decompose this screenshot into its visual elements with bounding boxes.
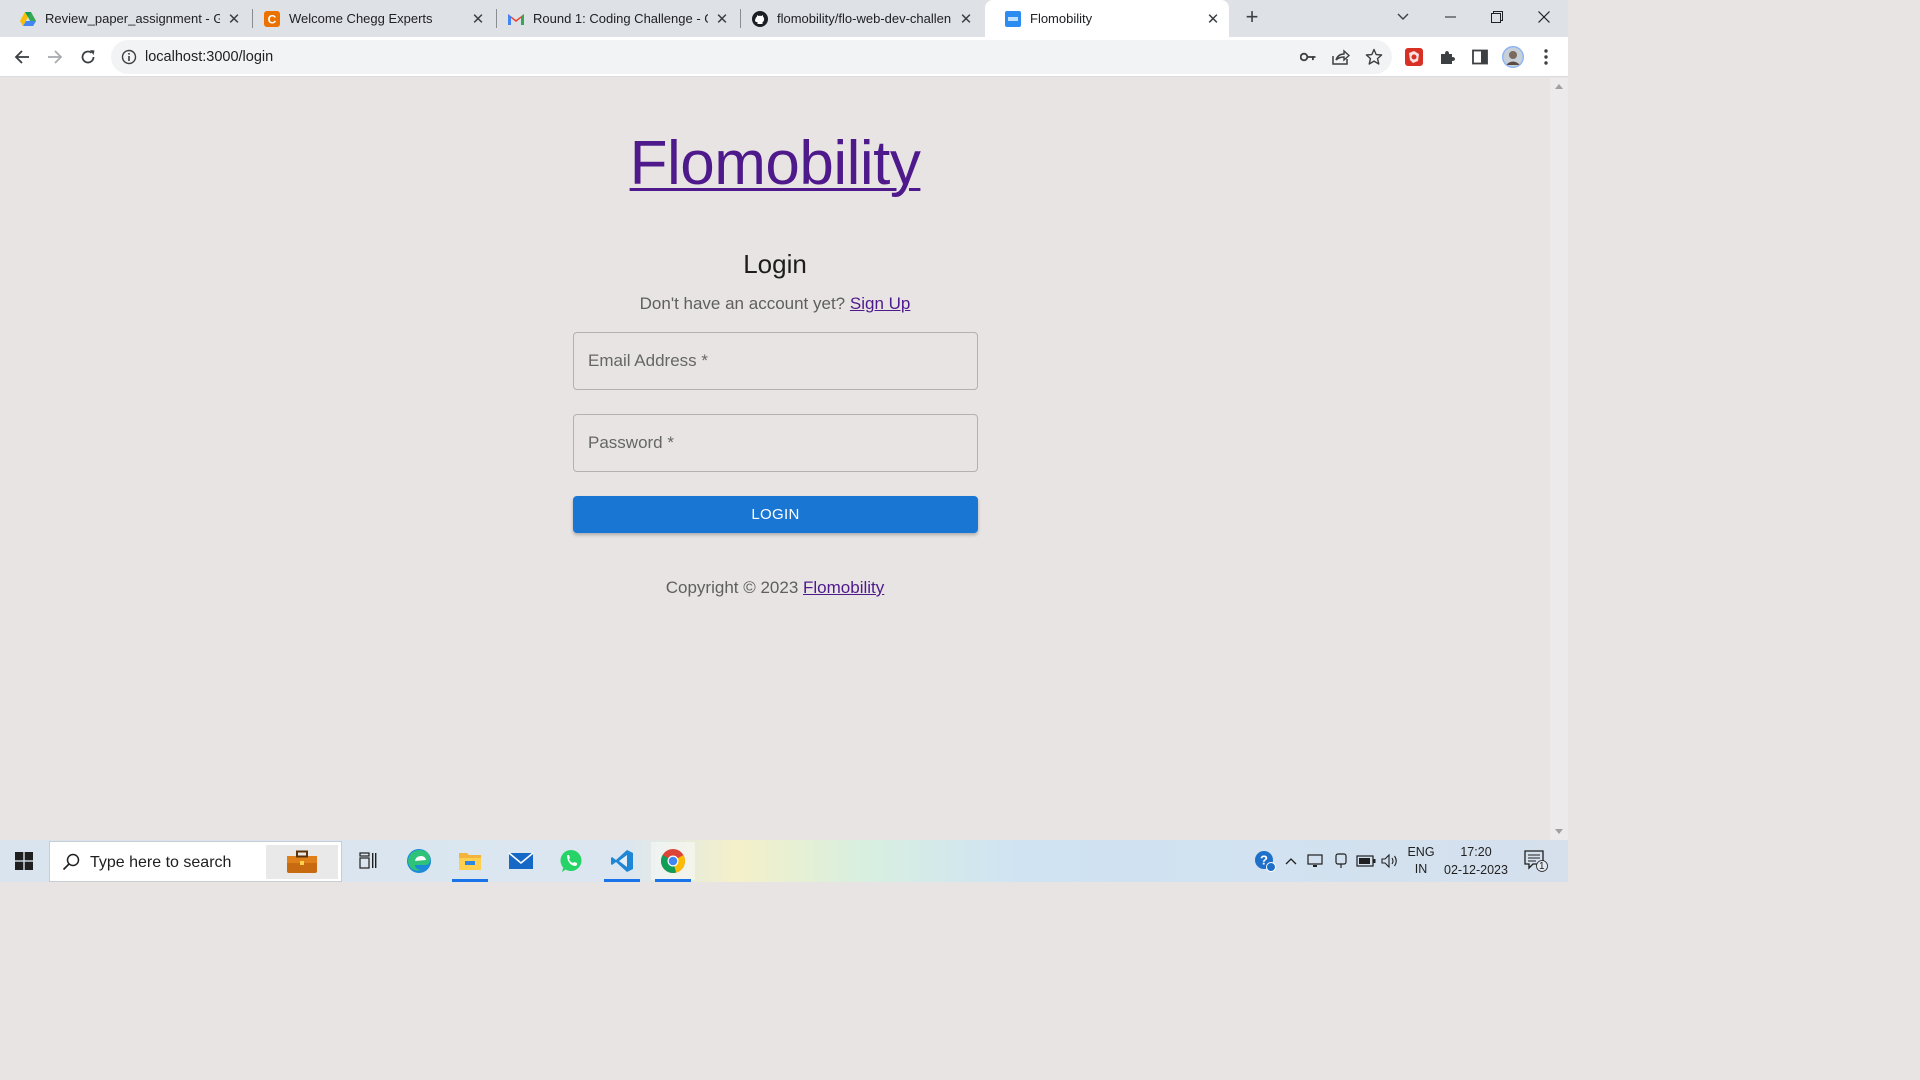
google-drive-icon [20,11,36,27]
tab-title: flomobility/flo-web-dev-challen [777,11,952,26]
login-button[interactable]: LOGIN [573,496,978,533]
active-indicator [655,879,691,882]
extensions-puzzle-icon[interactable] [1436,46,1458,68]
back-arrow-icon [14,50,29,64]
language-indicator[interactable]: ENG IN [1404,840,1438,882]
help-icon[interactable]: ? [1252,840,1278,882]
page-title: Login [743,249,807,279]
tab-title: Review_paper_assignment - Goo [45,11,220,26]
close-icon[interactable]: ✕ [1205,11,1221,28]
brand-heading: Flomobility [0,128,1550,199]
new-tab-button[interactable]: + [1240,4,1264,29]
search-placeholder: Type here to search [90,854,232,871]
battery-icon[interactable] [1354,840,1378,882]
windows-taskbar: Type here to search ? ENG IN 17:20 02-12… [0,840,1568,882]
windows-logo-icon [15,852,33,870]
password-field[interactable] [573,414,978,472]
vscode-icon[interactable] [600,842,644,882]
address-bar[interactable]: localhost:3000/login [111,40,1392,74]
brand-link[interactable]: Flomobility [630,129,921,198]
bookmark-star-icon[interactable] [1364,47,1384,67]
footer-copyright: Copyright © 2023 Flomobility [0,578,1550,598]
share-icon[interactable] [1331,47,1351,67]
gmail-icon [508,11,524,27]
signup-prompt: Don't have an account yet? Sign Up [0,294,1550,314]
language-code: ENG [1407,845,1435,859]
briefcase-icon[interactable] [266,845,338,879]
email-field[interactable] [573,332,978,390]
active-indicator [604,879,640,882]
close-icon[interactable]: ✕ [958,11,974,28]
close-icon[interactable]: ✕ [226,11,242,28]
extension-red-icon[interactable] [1403,46,1425,68]
clock[interactable]: 17:20 02-12-2023 [1440,840,1512,882]
mail-icon[interactable] [499,842,543,880]
close-icon[interactable]: ✕ [470,11,486,28]
tab-gmail[interactable]: Round 1: Coding Challenge - Gi ✕ [488,0,738,37]
search-icon [62,853,80,871]
reload-icon [81,50,95,64]
back-button[interactable] [8,43,36,71]
active-indicator [452,879,488,882]
file-explorer-icon[interactable] [448,842,492,882]
tab-flomobility[interactable]: Flomobility ✕ [985,0,1229,37]
copyright-text: Copyright © 2023 [665,578,799,597]
close-window-button[interactable] [1521,0,1567,33]
minimize-button[interactable] [1427,0,1473,33]
scroll-up-arrow-icon[interactable] [1555,84,1563,89]
profile-avatar[interactable] [1502,46,1524,68]
password-input[interactable] [574,415,977,471]
region-code: IN [1414,862,1428,876]
browser-tab-strip: Review_paper_assignment - Goo ✕ C Welcom… [0,0,1568,37]
tab-review-paper[interactable]: Review_paper_assignment - Goo ✕ [0,0,250,37]
close-icon[interactable]: ✕ [714,11,730,28]
tab-title: Round 1: Coding Challenge - Gi [533,11,708,26]
tab-github[interactable]: flomobility/flo-web-dev-challen ✕ [732,0,982,37]
notification-count: 1 [1539,861,1545,872]
tab-title: Flomobility [1030,11,1093,26]
clock-date: 02-12-2023 [1444,863,1508,877]
volume-icon[interactable] [1379,840,1401,882]
email-input[interactable] [574,333,977,389]
browser-menu-icon[interactable] [1535,46,1557,68]
forward-button[interactable] [41,43,69,71]
notification-center-icon[interactable]: 1 [1520,840,1552,882]
network-icon[interactable] [1305,840,1327,882]
scroll-down-arrow-icon[interactable] [1555,829,1563,834]
side-panel-icon[interactable] [1469,46,1491,68]
forward-arrow-icon [48,50,63,64]
taskbar-search[interactable]: Type here to search [49,841,342,882]
url-text[interactable]: localhost:3000/login [145,49,273,65]
page-scrollbar[interactable] [1550,78,1568,840]
show-hidden-icons-chevron-icon[interactable] [1281,840,1301,882]
whatsapp-icon[interactable] [549,842,593,880]
signup-prompt-text: Don't have an account yet? [639,294,846,313]
copyright-link[interactable]: Flomobility [803,578,884,597]
start-button[interactable] [0,840,48,882]
restore-button[interactable] [1474,0,1520,33]
chrome-icon[interactable] [651,842,695,882]
signup-link[interactable]: Sign Up [850,294,910,313]
key-icon[interactable] [1298,47,1318,67]
tab-title: Welcome Chegg Experts [289,11,433,26]
meet-now-icon[interactable] [1330,840,1352,882]
tab-search-chevron-icon[interactable] [1380,0,1426,33]
site-info-icon[interactable] [121,49,137,65]
reload-button[interactable] [74,43,102,71]
site-favicon [1005,10,1021,27]
edge-browser-icon[interactable] [397,842,441,880]
github-icon [752,10,768,27]
login-page: Flomobility Login Don't have an account … [0,78,1550,840]
svg-text:C: C [268,12,277,26]
chegg-icon: C [264,10,280,27]
tab-chegg[interactable]: C Welcome Chegg Experts ✕ [244,0,494,37]
browser-toolbar: localhost:3000/login [0,37,1568,77]
clock-time: 17:20 [1460,845,1492,859]
task-view-icon[interactable] [346,842,390,880]
